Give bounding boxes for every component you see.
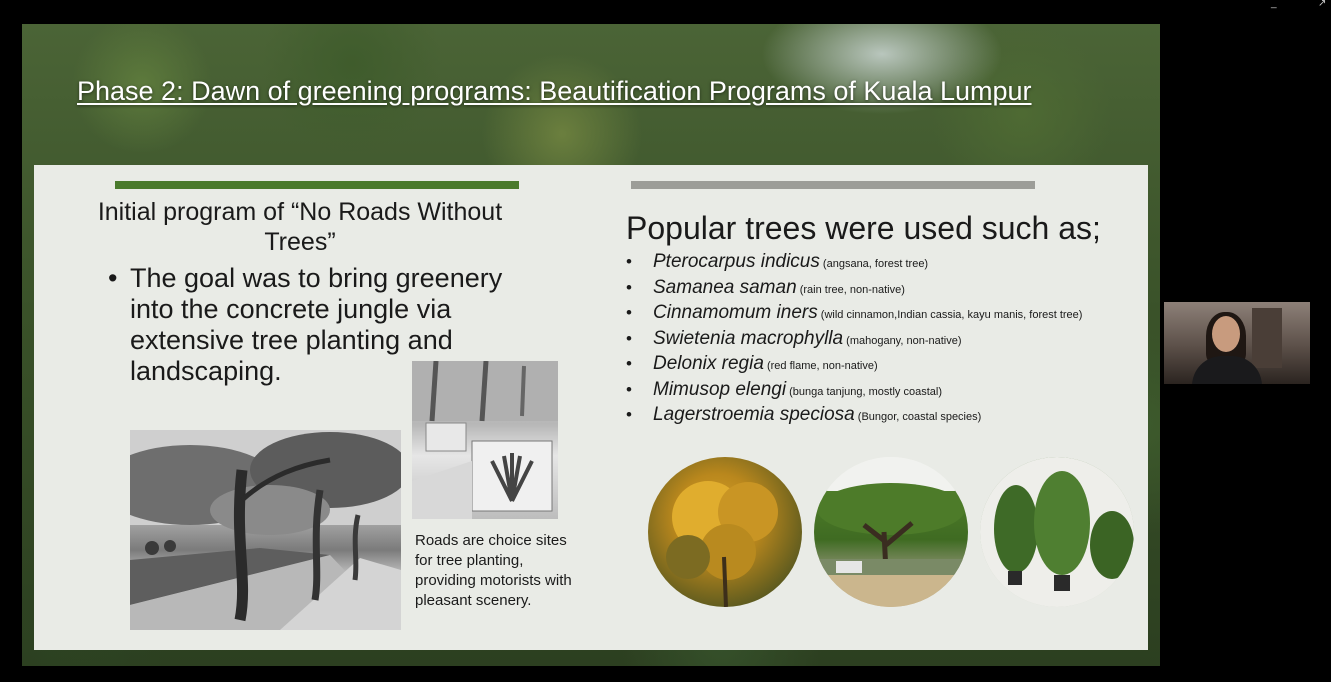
bullet-dot: •: [626, 379, 632, 399]
presentation-slide: Phase 2: Dawn of greening programs: Beau…: [22, 24, 1160, 666]
list-item: • Cinnamomum iners (wild cinnamon,Indian …: [626, 300, 1146, 326]
species-note: (rain tree, non-native): [796, 283, 905, 296]
potted-trees-photo: [980, 457, 1134, 607]
bullet-dot: •: [626, 354, 632, 373]
maximize-icon[interactable]: ↗: [1318, 0, 1326, 9]
right-accent-bar: [631, 181, 1035, 189]
background-door: [1252, 308, 1282, 368]
content-panel: Initial program of “No Roads Without Tre…: [34, 165, 1148, 650]
tree-lined-road-photo: [130, 430, 401, 630]
bullet-dot: •: [626, 252, 632, 271]
list-item: • Pterocarpus indicus (angsana, forest tr…: [626, 249, 1146, 275]
right-column-heading: Popular trees were used such as;: [626, 210, 1101, 246]
species-note: (red flame, non-native): [763, 360, 878, 372]
list-item: • Swietenia macrophylla (mahogany, non-na…: [626, 326, 1146, 352]
species-name: Pterocarpus indicus: [653, 251, 820, 272]
species-note: (bunga tanjung, mostly coastal): [786, 385, 942, 398]
bullet-dot: •: [108, 263, 118, 293]
tree-species-list: • Pterocarpus indicus (angsana, forest tr…: [626, 249, 1146, 428]
rain-tree-photo: [814, 457, 968, 607]
species-note: (Bungor, coastal species): [854, 411, 982, 423]
bullet-dot: •: [626, 405, 632, 424]
list-item: • Lagerstroemia speciosa (Bungor, coastal…: [626, 402, 1146, 428]
bullet-dot: •: [626, 303, 632, 322]
participant-video-thumbnail[interactable]: [1164, 302, 1310, 384]
species-name: Delonix regia: [653, 353, 764, 374]
slide-title: Phase 2: Dawn of greening programs: Beau…: [77, 76, 1032, 106]
left-column-heading: Initial program of “No Roads Without Tre…: [97, 198, 503, 256]
photo-caption: Roads are choice sites for tree planting…: [415, 532, 572, 609]
list-item: • Delonix regia (red flame, non-native): [626, 351, 1146, 377]
species-name: Cinnamomum iners: [653, 302, 818, 323]
bullet-dot: •: [626, 277, 632, 297]
species-name: Lagerstroemia speciosa: [653, 404, 855, 425]
list-item: • Mimusop elengi (bunga tanjung, mostly c…: [626, 377, 1146, 403]
minimize-icon[interactable]: _: [1271, 0, 1277, 9]
bullet-dot: •: [626, 328, 632, 348]
left-accent-bar: [115, 181, 519, 189]
species-name: Mimusop elengi: [653, 378, 787, 400]
species-name: Swietenia macrophylla: [653, 327, 844, 349]
roadside-planter-photo: [412, 361, 558, 519]
list-item: • Samanea saman (rain tree, non-native): [626, 275, 1146, 301]
species-note: (wild cinnamon,Indian cassia, kayu manis…: [817, 309, 1083, 321]
participant-face: [1212, 316, 1240, 352]
species-note: (angsana, forest tree): [819, 258, 929, 270]
flowering-tree-photo: [648, 457, 802, 607]
species-name: Samanea saman: [653, 276, 797, 298]
species-note: (mahogany, non-native): [843, 334, 962, 347]
